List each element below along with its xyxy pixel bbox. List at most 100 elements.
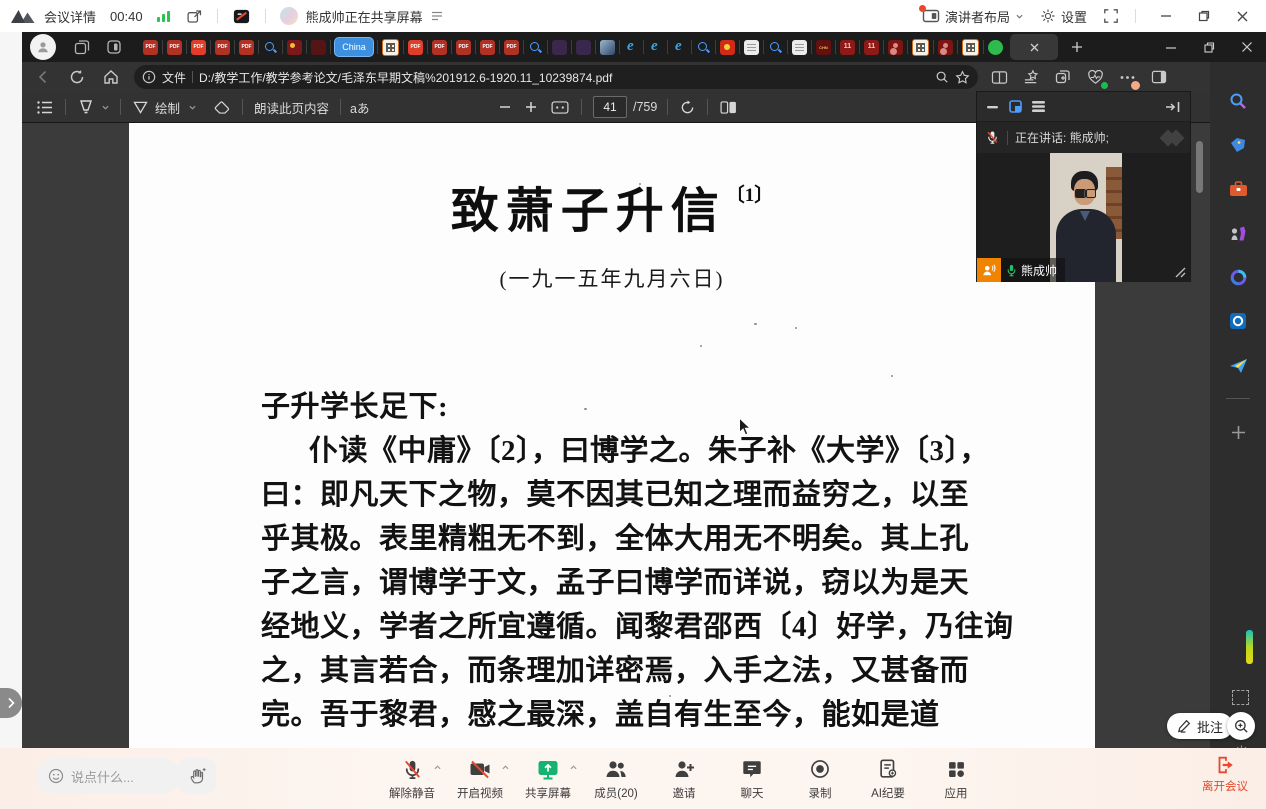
- sidebar-tag-ribbon[interactable]: [1246, 630, 1253, 664]
- back-icon[interactable]: [30, 64, 56, 90]
- browser-tab[interactable]: [477, 34, 498, 60]
- minimize-button[interactable]: [1152, 4, 1180, 28]
- browser-tab[interactable]: [885, 34, 906, 60]
- collections-icon[interactable]: [1018, 64, 1044, 90]
- address-bar[interactable]: 文件 D:/教学工作/教学参考论文/毛泽东早期文稿%201912.6-1920.…: [134, 65, 978, 89]
- browser-restore-button[interactable]: [1190, 32, 1228, 62]
- panel-list-icon[interactable]: [1032, 101, 1045, 112]
- info-icon[interactable]: [142, 70, 156, 84]
- highlighter-caret-icon[interactable]: [101, 104, 110, 111]
- sidebar-outlook-icon[interactable]: [1227, 310, 1249, 332]
- layout-switcher[interactable]: 演讲者布局: [922, 7, 1024, 26]
- sidebar-drop-icon[interactable]: [1227, 354, 1249, 376]
- resize-handle-icon[interactable]: [1172, 264, 1186, 278]
- maximize-button[interactable]: [1190, 4, 1218, 28]
- draw-label[interactable]: 绘制: [155, 98, 180, 117]
- docs-app-logo-icon[interactable]: [232, 7, 251, 26]
- meeting-button-members[interactable]: 成员(20): [587, 752, 645, 801]
- panel-collapse-icon[interactable]: [1165, 101, 1180, 113]
- rotate-icon[interactable]: [673, 94, 702, 120]
- workspaces-icon[interactable]: [70, 35, 94, 59]
- fit-width-icon[interactable]: [544, 94, 576, 120]
- zoom-page-icon[interactable]: [935, 70, 949, 84]
- browser-tab[interactable]: [861, 34, 882, 60]
- browser-essentials-icon[interactable]: [1082, 64, 1108, 90]
- panel-minimize-icon[interactable]: [987, 105, 999, 109]
- sidebar-search-icon[interactable]: [1227, 90, 1249, 112]
- browser-tab[interactable]: [308, 34, 329, 60]
- split-screen-icon[interactable]: [986, 64, 1012, 90]
- browser-tab[interactable]: [985, 34, 1006, 60]
- browser-minimize-button[interactable]: [1152, 32, 1190, 62]
- emoji-icon[interactable]: [48, 768, 64, 784]
- sidebar-toggle-icon[interactable]: [1146, 64, 1172, 90]
- browser-tab[interactable]: [621, 34, 642, 60]
- browser-tab[interactable]: [453, 34, 474, 60]
- browser-tab[interactable]: [573, 34, 594, 60]
- active-tab[interactable]: [1010, 34, 1058, 60]
- page-number-input[interactable]: 41: [593, 96, 627, 118]
- zoom-out-icon[interactable]: [492, 94, 518, 120]
- home-icon[interactable]: [98, 64, 124, 90]
- browser-tab[interactable]: [935, 34, 956, 60]
- browser-tab[interactable]: China: [332, 34, 376, 60]
- meeting-button-cam-off[interactable]: 开启视频: [451, 752, 509, 801]
- raise-hand-button[interactable]: [178, 758, 216, 794]
- close-button[interactable]: [1228, 4, 1256, 28]
- browser-tab[interactable]: [164, 34, 185, 60]
- panel-layout-grid-icon[interactable]: [1009, 100, 1022, 113]
- tab-search-icon[interactable]: [102, 35, 126, 59]
- meeting-button-apps[interactable]: 应用: [927, 752, 985, 801]
- capture-icon[interactable]: [1232, 690, 1249, 705]
- page-view-icon[interactable]: [713, 94, 744, 120]
- url-text[interactable]: D:/教学工作/教学参考论文/毛泽东早期文稿%201912.6-1920.11_…: [199, 69, 929, 86]
- browser-tab[interactable]: [379, 34, 402, 60]
- browser-tab[interactable]: [693, 34, 714, 60]
- close-tab-icon[interactable]: [1030, 43, 1039, 52]
- duplicate-tab-icon[interactable]: [1050, 64, 1076, 90]
- leave-meeting-button[interactable]: 离开会议: [1196, 754, 1254, 794]
- read-aloud-button[interactable]: 朗读此页内容: [254, 98, 329, 117]
- browser-tab[interactable]: [959, 34, 982, 60]
- sidebar-plus-icon[interactable]: [1227, 421, 1249, 443]
- pdf-scrollbar-thumb[interactable]: [1196, 141, 1203, 193]
- meeting-button-record[interactable]: 录制: [791, 752, 849, 801]
- browser-tab[interactable]: [645, 34, 666, 60]
- chat-input[interactable]: 说点什么...: [36, 758, 180, 794]
- meeting-button-chat[interactable]: 聊天: [723, 752, 781, 801]
- browser-tab[interactable]: [837, 34, 858, 60]
- video-area[interactable]: 熊成帅: [977, 153, 1190, 282]
- draw-icon[interactable]: [126, 94, 155, 120]
- caret-up-icon[interactable]: [433, 764, 442, 771]
- pop-out-icon[interactable]: [186, 8, 203, 25]
- browser-tab[interactable]: [236, 34, 257, 60]
- meeting-button-ai-notes[interactable]: AI纪要: [859, 752, 917, 801]
- draw-caret-icon[interactable]: [188, 104, 197, 111]
- meeting-button-mic-off[interactable]: 解除静音: [383, 752, 441, 801]
- participant-video-panel[interactable]: 正在讲话: 熊成帅; 熊成帅: [977, 92, 1190, 281]
- network-signal-icon[interactable]: [157, 10, 170, 22]
- meeting-button-invite[interactable]: 邀请: [655, 752, 713, 801]
- browser-tab[interactable]: [669, 34, 690, 60]
- browser-tab[interactable]: [429, 34, 450, 60]
- browser-tab[interactable]: [212, 34, 233, 60]
- fullscreen-icon[interactable]: [1103, 8, 1119, 24]
- browser-tab[interactable]: [765, 34, 786, 60]
- browser-tab[interactable]: [813, 34, 834, 60]
- zoom-in-icon[interactable]: [518, 94, 544, 120]
- text-size-button[interactable]: aあ: [350, 98, 369, 117]
- browser-tab[interactable]: [789, 34, 810, 60]
- expand-panel-handle[interactable]: [0, 688, 22, 718]
- caret-up-icon[interactable]: [501, 764, 510, 771]
- sidebar-games-icon[interactable]: [1227, 222, 1249, 244]
- browser-profile-button[interactable]: [30, 34, 56, 60]
- sidebar-loop-icon[interactable]: [1227, 266, 1249, 288]
- browser-tab[interactable]: [597, 34, 618, 60]
- caret-up-icon[interactable]: [569, 764, 578, 771]
- browser-tab[interactable]: [501, 34, 522, 60]
- browser-tab[interactable]: [741, 34, 762, 60]
- browser-tab[interactable]: [140, 34, 161, 60]
- browser-close-button[interactable]: [1228, 32, 1266, 62]
- annotate-button[interactable]: 批注: [1167, 713, 1233, 739]
- browser-tab[interactable]: [525, 34, 546, 60]
